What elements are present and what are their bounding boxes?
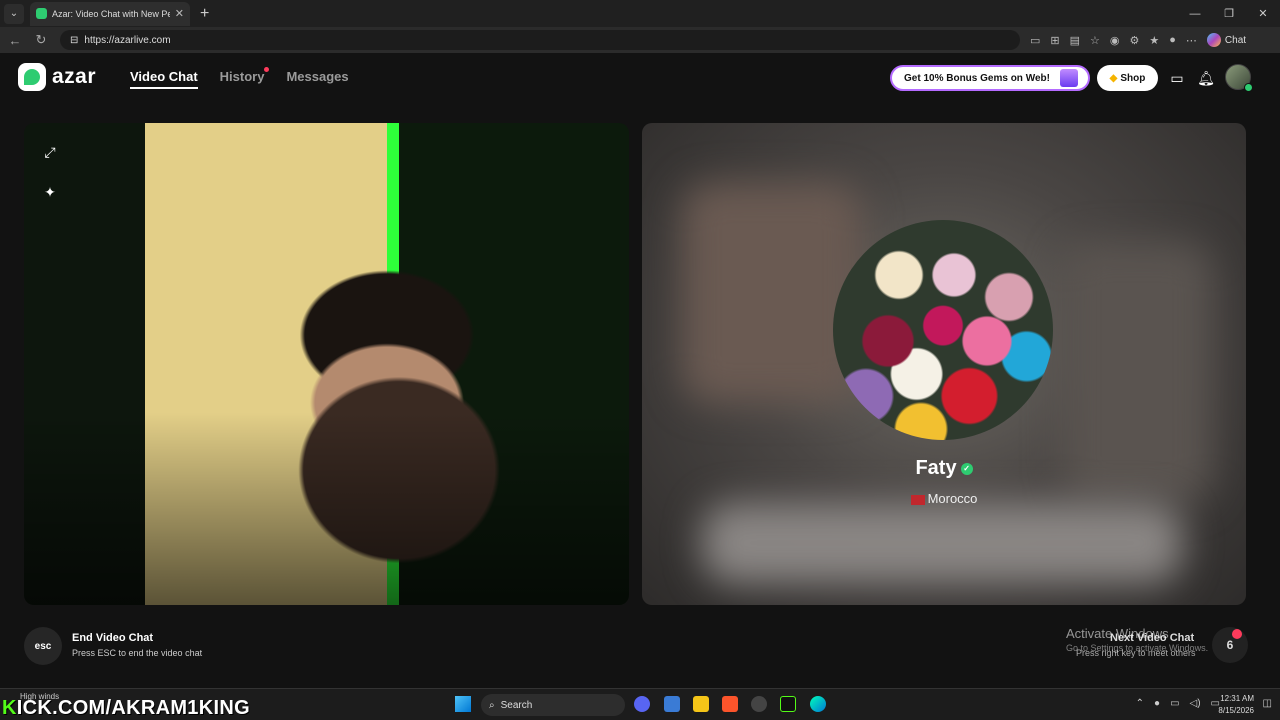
copilot-button[interactable]: Chat bbox=[1206, 33, 1247, 47]
back-icon[interactable]: ← bbox=[4, 33, 26, 48]
self-video-panel: ⤢ ✦ bbox=[24, 123, 629, 605]
camera-icon[interactable]: ▭ bbox=[1030, 34, 1040, 47]
partner-video-panel: Faty ✓ Morocco bbox=[642, 123, 1246, 605]
microphone-icon[interactable]: ● bbox=[1154, 698, 1160, 709]
main-nav: Video Chat History Messages bbox=[130, 67, 349, 89]
next-count-value: 6 bbox=[1226, 638, 1234, 652]
chevron-up-icon[interactable]: ⌃ bbox=[1136, 698, 1144, 709]
extensions-icon[interactable]: ⚙ bbox=[1130, 34, 1140, 47]
brave-icon[interactable] bbox=[722, 696, 738, 712]
start-icon[interactable] bbox=[455, 696, 471, 712]
nav-messages[interactable]: Messages bbox=[286, 69, 348, 89]
site-info-icon[interactable]: ⊟ bbox=[70, 35, 78, 46]
partner-country-text: Morocco bbox=[927, 491, 978, 506]
gem-icon: ◆ bbox=[1109, 72, 1118, 84]
clock[interactable]: 12:31 AM 8/15/2026 bbox=[1218, 693, 1254, 717]
tab-close-icon[interactable]: ✕ bbox=[175, 7, 184, 20]
inbox-icon[interactable]: ▭ bbox=[1167, 68, 1187, 88]
user-avatar[interactable] bbox=[1225, 64, 1253, 92]
new-tab-icon[interactable]: + bbox=[200, 5, 209, 23]
url-field[interactable]: ⊟ https://azarlive.com bbox=[60, 30, 1020, 50]
nav-video-chat[interactable]: Video Chat bbox=[130, 69, 198, 89]
close-window-icon[interactable]: ✕ bbox=[1246, 0, 1280, 27]
activate-windows-hint: Go to Settings to activate Windows. bbox=[1066, 643, 1209, 653]
end-chat-hint: Press ESC to end the video chat bbox=[72, 648, 203, 658]
verified-badge-icon: ✓ bbox=[960, 462, 973, 475]
tab-title: Azar: Video Chat with New Pe bbox=[52, 8, 170, 19]
reader-icon[interactable]: ▤ bbox=[1070, 34, 1080, 47]
magic-effects-icon[interactable]: ✦ bbox=[40, 182, 60, 202]
maximize-icon[interactable]: ❐ bbox=[1212, 0, 1246, 27]
copilot-icon bbox=[1206, 33, 1221, 47]
logo-text: azar bbox=[52, 65, 97, 88]
browser-tab[interactable]: Azar: Video Chat with New Pe ✕ bbox=[30, 1, 190, 26]
app-header: azar Video Chat History Messages Get 10%… bbox=[0, 53, 1268, 103]
more-icon[interactable]: ⋯ bbox=[1186, 34, 1197, 47]
search-label: Search bbox=[500, 699, 533, 711]
network-icon[interactable]: ▭ bbox=[1170, 698, 1179, 709]
clock-date: 8/15/2026 bbox=[1218, 706, 1254, 715]
edge-icon[interactable] bbox=[810, 696, 826, 712]
end-video-chat-button[interactable]: esc bbox=[24, 627, 62, 665]
file-explorer-icon[interactable] bbox=[693, 696, 709, 712]
tab-actions-menu-icon[interactable]: ⌄ bbox=[4, 3, 24, 24]
resize-video-icon[interactable]: ⤢ bbox=[40, 142, 60, 162]
shop-label: Shop bbox=[1120, 72, 1146, 84]
app-icon[interactable] bbox=[780, 696, 796, 712]
azar-logo-icon bbox=[18, 63, 46, 91]
favorites-icon[interactable]: ★ bbox=[1149, 34, 1159, 47]
copilot-label: Chat bbox=[1224, 34, 1247, 46]
kick-overlay-url: KICK.COM/AKRAM1KING bbox=[2, 697, 250, 719]
search-icon: ⌕ bbox=[489, 699, 495, 711]
history-notification-dot bbox=[264, 67, 270, 72]
end-chat-title: End Video Chat bbox=[72, 632, 154, 644]
partner-country: Morocco bbox=[642, 491, 1246, 506]
azar-favicon-icon bbox=[36, 8, 47, 19]
blurred-background bbox=[702, 503, 1182, 583]
taskbar-search[interactable]: ⌕ Search bbox=[481, 694, 625, 716]
browser-tab-bar: ⌄ Azar: Video Chat with New Pe ✕ + — ❐ ✕ bbox=[0, 0, 1280, 27]
toolbar-icons: ▭ ⊞ ▤ ☆ ◉ ⚙ ★ ● ⋯ bbox=[1030, 34, 1197, 47]
profile-icon[interactable]: ● bbox=[1169, 34, 1176, 47]
address-bar-row: ← ↻ ⊟ https://azarlive.com ▭ ⊞ ▤ ☆ ◉ ⚙ ★… bbox=[0, 27, 1280, 53]
kick-overlay-text: KICK.COM/AKRAM1KING bbox=[2, 697, 250, 720]
gift-icon bbox=[1060, 69, 1078, 87]
url-text: https://azarlive.com bbox=[84, 34, 171, 46]
notification-icon[interactable]: ◫ bbox=[1263, 698, 1272, 709]
partner-name-text: Faty bbox=[915, 457, 957, 479]
blurred-background bbox=[682, 183, 862, 403]
shop-button[interactable]: ◆ Shop bbox=[1097, 65, 1158, 91]
activate-windows-watermark: Activate Windows bbox=[1066, 626, 1169, 641]
minimize-icon[interactable]: — bbox=[1178, 0, 1212, 27]
system-tray: ⌃ ● ▭ ◁) ▭ bbox=[1136, 698, 1220, 709]
nav-history[interactable]: History bbox=[219, 67, 270, 89]
extension-icon[interactable]: ◉ bbox=[1110, 34, 1120, 47]
refresh-icon[interactable]: ↻ bbox=[30, 32, 52, 48]
online-status-badge bbox=[1244, 83, 1253, 92]
window-controls: — ❐ ✕ bbox=[1178, 0, 1280, 27]
nav-history-label: History bbox=[219, 69, 265, 84]
store-icon[interactable] bbox=[664, 696, 680, 712]
partner-name: Faty ✓ bbox=[642, 457, 1246, 480]
promo-text: Get 10% Bonus Gems on Web! bbox=[904, 72, 1050, 84]
favorite-icon[interactable]: ☆ bbox=[1090, 34, 1100, 47]
bonus-gems-promo-button[interactable]: Get 10% Bonus Gems on Web! bbox=[890, 65, 1090, 91]
volume-icon[interactable]: ◁) bbox=[1190, 698, 1201, 709]
bell-icon[interactable]: 🔔︎ bbox=[1196, 68, 1216, 88]
discord-icon[interactable] bbox=[634, 696, 650, 712]
clock-time: 12:31 AM bbox=[1220, 694, 1254, 703]
next-video-chat-button[interactable]: 6 bbox=[1212, 627, 1248, 663]
morocco-flag-icon bbox=[910, 494, 925, 505]
azar-logo[interactable]: azar bbox=[18, 63, 96, 91]
self-video-feed bbox=[24, 123, 629, 605]
apps-icon[interactable]: ⊞ bbox=[1050, 34, 1059, 47]
obs-icon[interactable] bbox=[751, 696, 767, 712]
blocked-icon bbox=[1232, 629, 1242, 639]
partner-profile-picture bbox=[833, 220, 1053, 440]
